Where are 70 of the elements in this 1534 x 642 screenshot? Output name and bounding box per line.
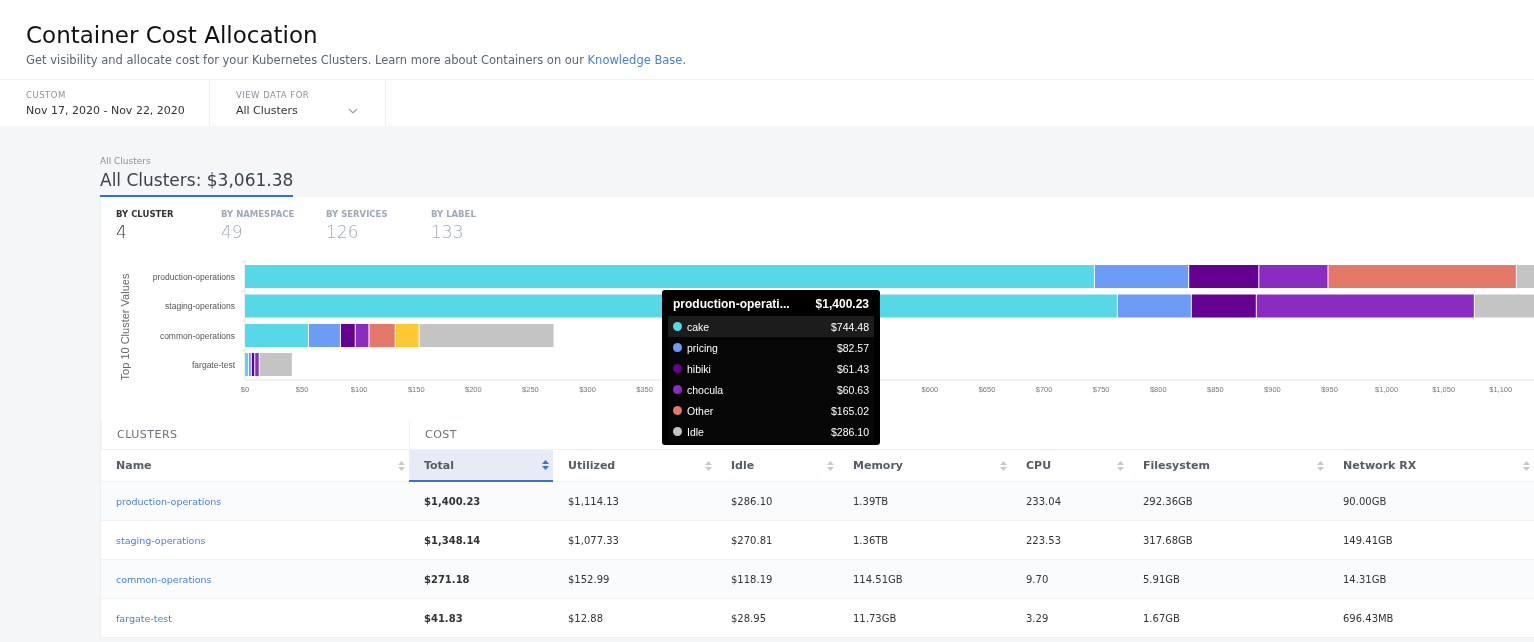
series-value: $165.02 xyxy=(831,404,869,417)
breakdown-tab[interactable]: BY CLUSTER 4 xyxy=(116,209,221,242)
date-range[interactable]: Nov 17, 2020 - Nov 22, 2020 xyxy=(26,104,185,117)
table-cell: $286.10 xyxy=(731,495,773,507)
table-cell: 1.67GB xyxy=(1143,612,1180,624)
category-label: fargate-test xyxy=(192,359,235,370)
table-cell: $28.95 xyxy=(731,612,766,624)
sort-icon xyxy=(1000,460,1007,471)
filter-label: CUSTOM xyxy=(26,90,67,100)
table-cell: $1,077.33 xyxy=(568,534,619,546)
sort-icon xyxy=(1317,460,1324,471)
sort-icon xyxy=(705,460,712,471)
sort-icon xyxy=(398,460,405,471)
axis-title: Top 10 Cluster Values xyxy=(119,273,131,381)
chevron-down-icon xyxy=(347,107,358,114)
series-value: $286.10 xyxy=(831,425,869,438)
sort-icon xyxy=(827,460,834,471)
table-cell: $152.99 xyxy=(568,573,610,585)
table-cell: 1.39TB xyxy=(853,495,889,507)
cluster-link[interactable]: staging-operations xyxy=(116,534,206,546)
breadcrumb: All Clusters xyxy=(100,156,152,166)
table-cell: 5.91GB xyxy=(1143,573,1180,585)
table-cell: 114.51GB xyxy=(853,573,903,585)
cluster-link[interactable]: common-operations xyxy=(116,573,212,585)
table-cell: 696.43MB xyxy=(1343,612,1394,624)
sort-icon xyxy=(1117,460,1124,471)
table-cell: 90.00GB xyxy=(1343,495,1387,507)
sort-icon xyxy=(542,460,549,470)
category-label: common-operations xyxy=(159,330,235,341)
table-cell: $1,114.13 xyxy=(568,495,619,507)
table-cell: 223.53 xyxy=(1026,534,1061,546)
table-cell: $270.81 xyxy=(731,534,773,546)
table-cell: 317.68GB xyxy=(1143,534,1193,546)
table-cell: 149.41GB xyxy=(1343,534,1393,546)
series-name: pricing xyxy=(687,341,719,354)
table-cell: 233.04 xyxy=(1026,495,1061,507)
series-name: hibiki xyxy=(687,362,712,375)
filter-label: VIEW DATA FOR xyxy=(235,90,311,100)
sort-icon xyxy=(1523,460,1530,471)
cluster-dropdown[interactable]: All Clusters xyxy=(235,104,361,117)
page-title: Container Cost Allocation xyxy=(26,22,319,48)
bar-segment xyxy=(1189,265,1259,288)
series-value: $60.63 xyxy=(836,383,869,396)
tooltip-total: $1,400.23 xyxy=(815,297,869,311)
table-cell: $118.19 xyxy=(731,573,773,585)
table-cell: $271.18 xyxy=(424,573,470,585)
series-value: $744.48 xyxy=(831,320,869,333)
table-cell: 11.73GB xyxy=(853,612,897,624)
cluster-link[interactable]: fargate-test xyxy=(116,612,172,624)
table-cell: 9.70 xyxy=(1026,573,1049,585)
tooltip-title: production-operati... xyxy=(673,297,790,311)
table-cell: 1.36TB xyxy=(853,534,889,546)
series-value: $82.57 xyxy=(836,341,869,354)
category-label: production-operations xyxy=(152,271,235,282)
series-value: $61.43 xyxy=(836,362,869,375)
series-name: cake xyxy=(687,320,711,333)
cluster-link[interactable]: production-operations xyxy=(116,495,222,507)
table-cell: 292.36GB xyxy=(1143,495,1193,507)
table-cell: $12.88 xyxy=(568,612,603,624)
series-name: chocula xyxy=(687,383,725,396)
table-cell: 3.29 xyxy=(1026,612,1049,624)
column-header[interactable]: Total xyxy=(409,450,553,482)
series-name: Idle xyxy=(687,425,705,438)
page-description: Get visibility and allocate cost for your Kubernetes Clusters. Learn more about Containers on our Knowledge Base. xyxy=(26,53,688,67)
table-cell: $41.83 xyxy=(424,612,463,624)
table-cell: 14.31GB xyxy=(1343,573,1387,585)
series-name: Other xyxy=(687,404,715,417)
table-cell: $1,348.14 xyxy=(424,534,481,546)
table-cell: $1,400.23 xyxy=(424,495,481,507)
category-label: staging-operations xyxy=(165,301,235,311)
